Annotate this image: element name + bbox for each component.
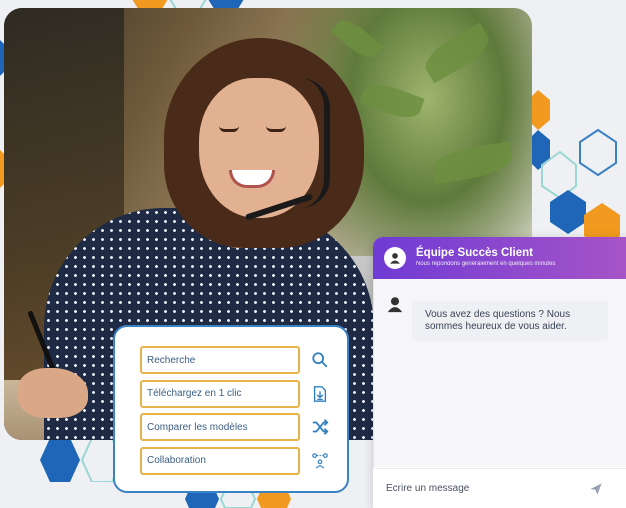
feature-row-compare[interactable]: Comparer les modèles xyxy=(140,412,333,442)
chat-header: Équipe Succès Client Nous répondons géné… xyxy=(373,237,626,279)
chat-subtitle: Nous répondons généralement en quelques … xyxy=(416,261,556,267)
feature-label: Collaboration xyxy=(140,446,300,475)
team-icon xyxy=(308,448,333,474)
feature-label: Recherche xyxy=(140,346,300,374)
agent-avatar-icon xyxy=(384,247,406,269)
download-file-icon xyxy=(308,381,333,407)
chat-title: Équipe Succès Client xyxy=(416,247,533,259)
message-input[interactable] xyxy=(386,483,586,494)
feature-label: Comparer les modèles xyxy=(140,413,300,441)
chat-composer xyxy=(373,468,626,508)
feature-label: Téléchargez en 1 clic xyxy=(140,379,300,408)
feature-row-search[interactable]: Recherche xyxy=(140,345,333,375)
hex-decoration xyxy=(528,90,620,240)
feature-row-collaboration[interactable]: Collaboration xyxy=(140,446,333,476)
send-icon[interactable] xyxy=(589,482,603,496)
chat-messages: Vous avez des questions ? Nous sommes he… xyxy=(373,279,626,467)
feature-row-download[interactable]: Téléchargez en 1 clic xyxy=(140,379,333,409)
search-icon xyxy=(308,347,333,373)
agent-avatar-icon xyxy=(387,297,403,313)
shuffle-icon xyxy=(308,414,333,440)
chat-widget: Équipe Succès Client Nous répondons géné… xyxy=(373,237,626,508)
features-card: Recherche Téléchargez en 1 clic Comparer… xyxy=(113,325,349,493)
chat-message-bubble: Vous avez des questions ? Nous sommes he… xyxy=(412,301,608,341)
